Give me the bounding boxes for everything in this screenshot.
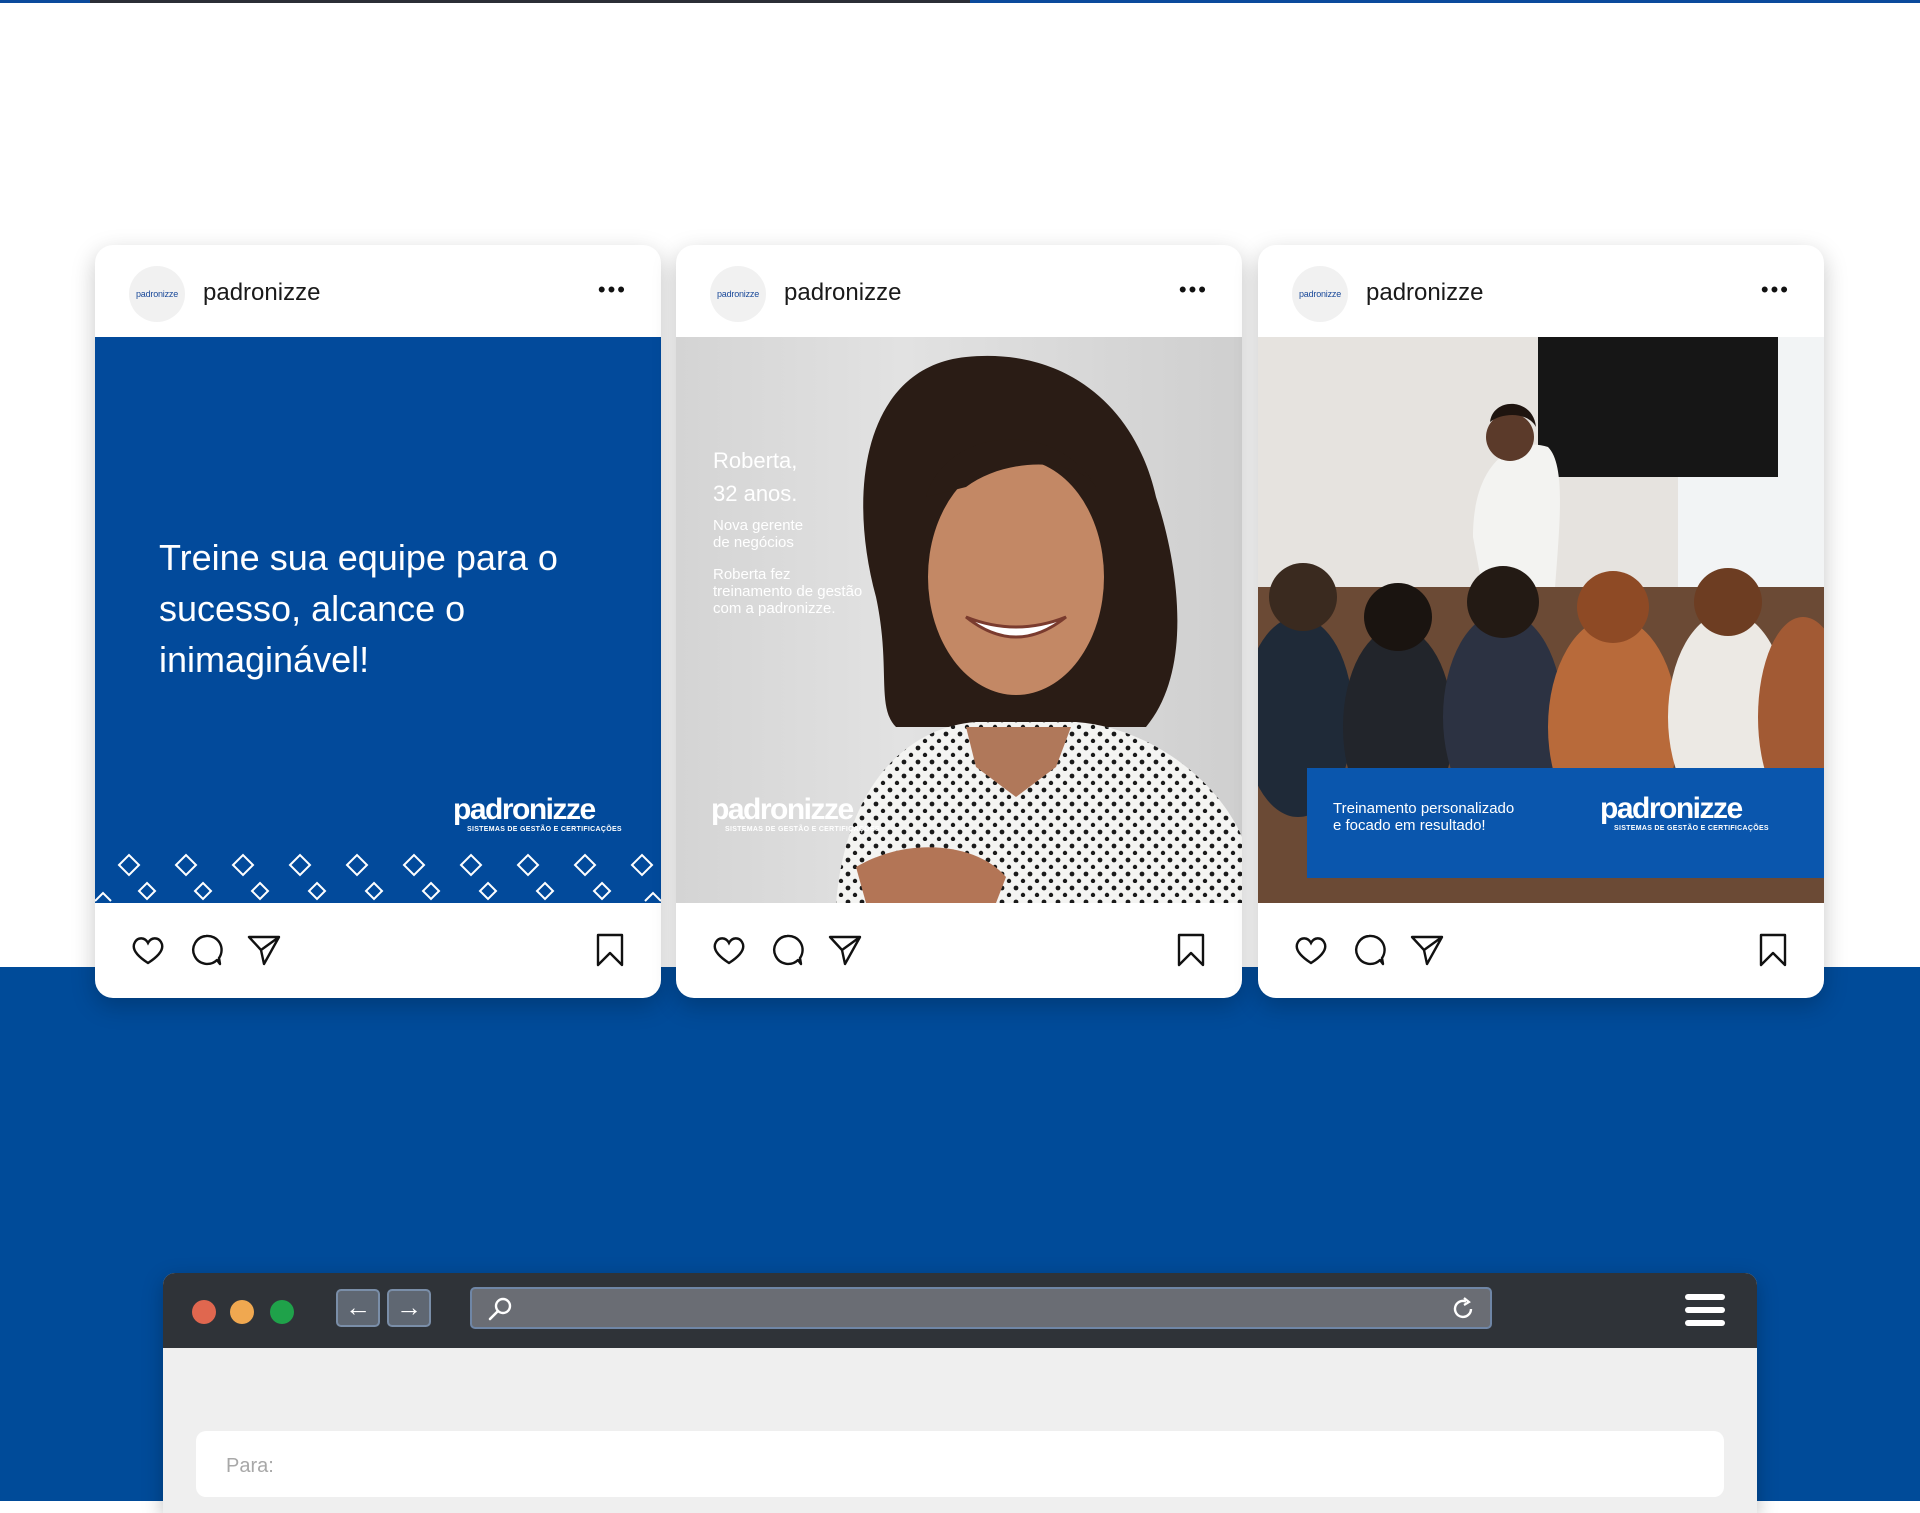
recipient-placeholder: Para: — [226, 1455, 274, 1477]
heart-icon[interactable] — [710, 931, 748, 969]
promo-banner: Treinamento personalizado e focado em res… — [1307, 768, 1824, 878]
post-person-role: Nova gerente de negócios — [713, 517, 804, 551]
avatar[interactable]: padronizze — [129, 266, 185, 322]
top-strip — [0, 0, 1920, 3]
instagram-post-card-1: padronizze padronizze ••• Treine sua equ… — [95, 245, 661, 998]
comment-icon[interactable] — [768, 931, 806, 969]
share-icon[interactable] — [245, 931, 283, 969]
back-button[interactable]: ← — [336, 1289, 380, 1327]
post-image: Treinamento personalizado e focado em res… — [1258, 337, 1824, 903]
menu-icon[interactable] — [1685, 1294, 1725, 1326]
more-options-icon[interactable]: ••• — [1179, 279, 1208, 301]
bookmark-icon[interactable] — [1172, 931, 1210, 969]
bookmark-icon[interactable] — [591, 931, 629, 969]
instagram-post-card-2: padronizze padronizze ••• Roberta, 32 ano… — [676, 245, 1242, 998]
post-actions — [1258, 903, 1824, 998]
brand-tagline: SISTEMAS DE GESTÃO E CERTIFICAÇÕES — [1614, 825, 1769, 832]
username[interactable]: padronizze — [203, 279, 320, 307]
heart-icon[interactable] — [1292, 931, 1330, 969]
more-options-icon[interactable]: ••• — [598, 279, 627, 301]
share-icon[interactable] — [1408, 931, 1446, 969]
arrow-left-icon: ← — [345, 1292, 371, 1322]
comment-icon[interactable] — [187, 931, 225, 969]
brand-logo: padronizze — [711, 793, 854, 826]
address-bar[interactable] — [470, 1287, 1492, 1329]
post-actions — [676, 903, 1242, 998]
close-window-button[interactable] — [192, 1300, 216, 1324]
username[interactable]: padronizze — [784, 279, 901, 307]
post-header: padronizze padronizze ••• — [1258, 245, 1824, 337]
brand-logo: padronizze — [1600, 792, 1743, 825]
avatar[interactable]: padronizze — [1292, 266, 1348, 322]
avatar[interactable]: padronizze — [710, 266, 766, 322]
post-header: padronizze padronizze ••• — [95, 245, 661, 337]
post-actions — [95, 903, 661, 998]
post-image: Treine sua equipe para o sucesso, alcanc… — [95, 337, 661, 903]
post-header: padronizze padronizze ••• — [676, 245, 1242, 337]
instagram-post-card-3: padronizze padronizze ••• Treinamento pe… — [1258, 245, 1824, 998]
banner-text: Treinamento personalizado e focado em res… — [1333, 800, 1515, 834]
post-person-description: Roberta fez treinamento de gestão com a … — [713, 566, 863, 617]
share-icon[interactable] — [826, 931, 864, 969]
more-options-icon[interactable]: ••• — [1761, 279, 1790, 301]
recipient-field[interactable]: Para: — [196, 1431, 1724, 1497]
reload-icon[interactable] — [1450, 1296, 1476, 1322]
minimize-window-button[interactable] — [230, 1300, 254, 1324]
forward-button[interactable]: → — [387, 1289, 431, 1327]
post-person-name: Roberta, 32 anos. — [713, 448, 798, 506]
brand-tagline: SISTEMAS DE GESTÃO E CERTIFICAÇÕES — [467, 826, 622, 833]
arrow-right-icon: → — [396, 1292, 422, 1322]
comment-icon[interactable] — [1350, 931, 1388, 969]
post-headline: Treine sua equipe para o sucesso, alcanc… — [159, 537, 558, 680]
search-icon — [488, 1297, 512, 1321]
browser-toolbar: ← → — [163, 1273, 1757, 1348]
heart-icon[interactable] — [129, 931, 167, 969]
brand-logo: padronizze — [453, 793, 596, 826]
username[interactable]: padronizze — [1366, 279, 1483, 307]
diamond-pattern — [95, 853, 661, 902]
brand-tagline: SISTEMAS DE GESTÃO E CERTIFICAÇÕES — [725, 826, 880, 833]
post-image: Roberta, 32 anos. Nova gerente de negócio… — [676, 337, 1242, 903]
browser-window: ← → Para: — [163, 1273, 1757, 1513]
bookmark-icon[interactable] — [1754, 931, 1792, 969]
maximize-window-button[interactable] — [270, 1300, 294, 1324]
